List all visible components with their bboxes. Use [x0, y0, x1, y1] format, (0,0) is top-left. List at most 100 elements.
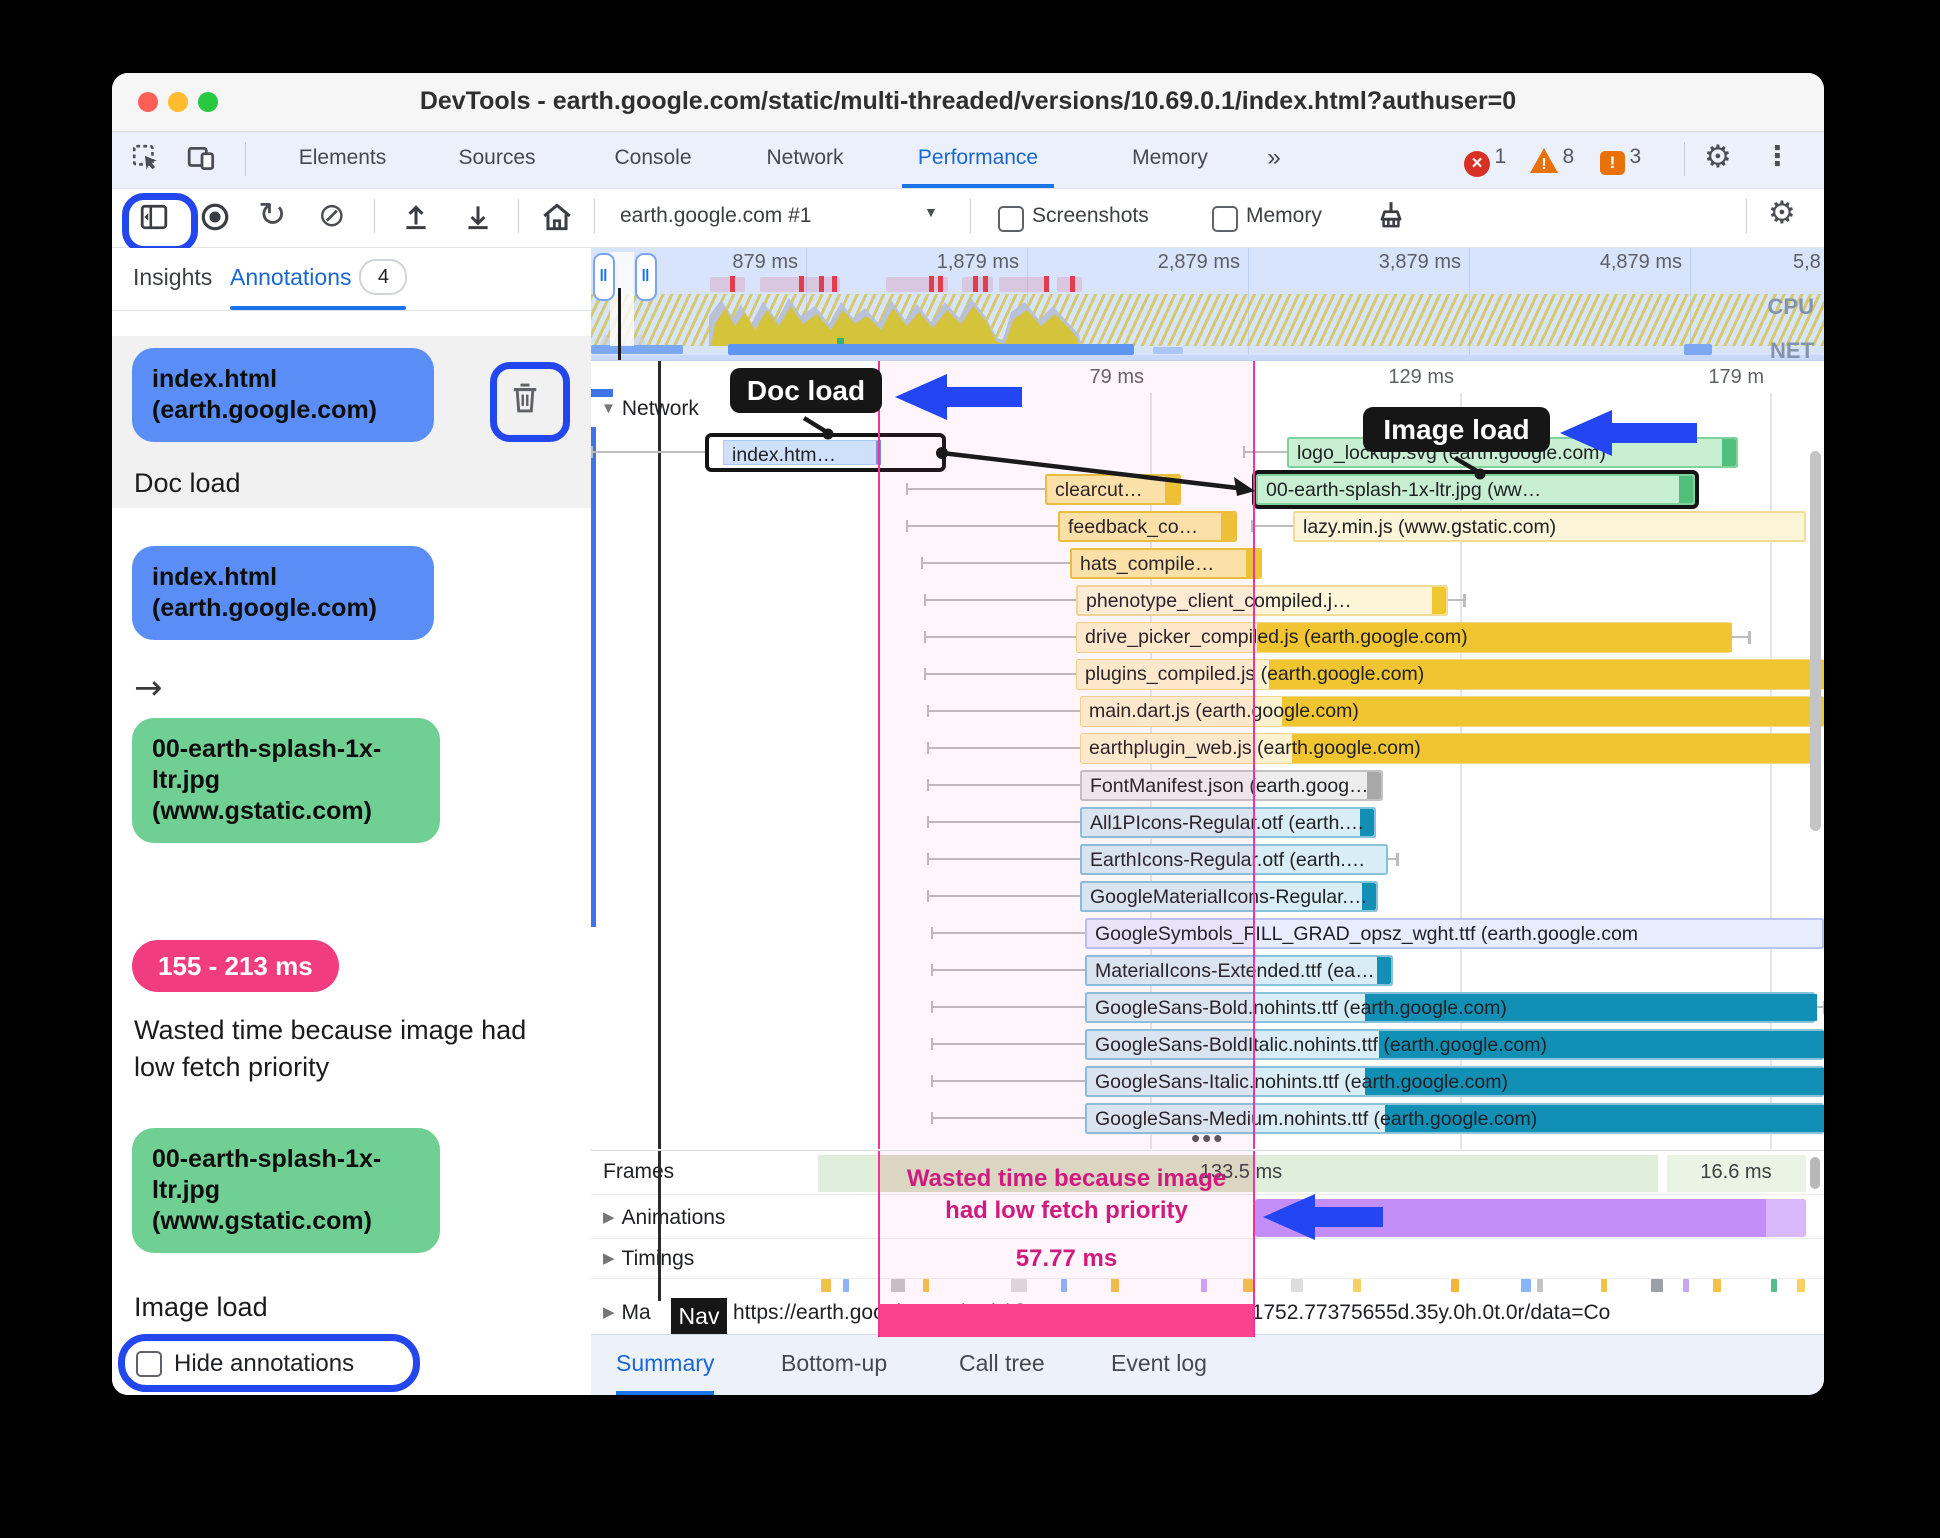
tab-insights[interactable]: Insights [133, 248, 212, 306]
download-profile-icon[interactable] [462, 201, 494, 233]
clear-icon[interactable]: ⊘ [318, 195, 346, 234]
network-request-label: lazy.min.js (www.gstatic.com) [1303, 516, 1557, 538]
record-icon[interactable] [199, 201, 231, 233]
hide-annotations-checkbox[interactable] [136, 1351, 162, 1377]
network-track-header[interactable]: ▼ Network [601, 397, 699, 421]
warning-count-badge[interactable]: ! 8 [1530, 145, 1574, 173]
network-request-bar[interactable]: main.dart.js (earth.google.com) [1080, 696, 1824, 727]
collapse-triangle-icon[interactable]: ▼ [601, 400, 616, 417]
collapse-triangle-icon[interactable]: ▶ [603, 1304, 615, 1321]
timeline-overview-minimap[interactable]: 879 ms 1,879 ms 2,879 ms 3,879 ms 4,879 ms 5,… [591, 248, 1824, 361]
network-request-bar[interactable]: GoogleSymbols_FILL_GRAD_opsz_wght.ttf (e… [1085, 918, 1824, 949]
network-request-label: plugins_compiled.js (earth.google.com) [1085, 663, 1425, 685]
tab-memory[interactable]: Memory [1120, 132, 1220, 184]
network-request-bar[interactable]: lazy.min.js (www.gstatic.com) [1293, 511, 1806, 542]
network-request-bar[interactable]: FontManifest.json (earth.goog… [1080, 770, 1383, 801]
network-request-bar[interactable]: EarthIcons-Regular.otf (earth.… [1080, 844, 1388, 875]
memory-checkbox-label[interactable]: Memory [1246, 204, 1322, 228]
animations-track-label[interactable]: ▶ Animations [603, 1206, 725, 1230]
kebab-menu-icon[interactable]: ⋮ [1764, 141, 1791, 172]
network-request-bar[interactable]: MaterialIcons-Extended.ttf (ea… [1085, 955, 1393, 986]
network-request-bar[interactable]: plugins_compiled.js (earth.google.com) [1076, 659, 1824, 690]
network-request-bar[interactable]: GoogleSans-Medium.nohints.ttf (earth.goo… [1085, 1103, 1824, 1134]
tab-annotations[interactable]: Annotations 4 [230, 248, 408, 306]
timings-track[interactable]: ▶Timings [591, 1239, 1824, 1279]
collapse-triangle-icon[interactable]: ▶ [603, 1250, 615, 1267]
tab-elements[interactable]: Elements [280, 132, 405, 184]
annotation-pill-index-html[interactable]: index.html (earth.google.com) [132, 348, 434, 442]
tab-sources[interactable]: Sources [442, 132, 552, 184]
warning-icon: ! [1530, 148, 1558, 173]
inspect-element-icon[interactable] [131, 143, 161, 173]
reload-and-record-icon[interactable]: ↻ [258, 195, 287, 235]
screenshots-checkbox-label[interactable]: Screenshots [1032, 204, 1149, 228]
chevron-down-icon[interactable]: ▼ [924, 204, 938, 220]
annotation-pill-splash-jpg[interactable]: 00-earth-splash-1x-ltr.jpg (www.gstatic.… [132, 718, 440, 843]
network-request-bar[interactable]: GoogleSans-BoldItalic.nohints.ttf (earth… [1085, 1029, 1824, 1060]
annotations-sidebar: Insights Annotations 4 index.html (earth.… [112, 248, 592, 1395]
hide-annotations-control[interactable]: Hide annotations [118, 1334, 420, 1392]
hide-annotations-label[interactable]: Hide annotations [174, 1350, 354, 1378]
divider [970, 199, 971, 233]
tab-event-log[interactable]: Event log [1111, 1335, 1207, 1391]
timings-track-label[interactable]: ▶Timings [603, 1247, 694, 1271]
more-tabs-icon[interactable]: » [1252, 132, 1296, 184]
toggle-device-toolbar-icon[interactable] [186, 143, 218, 173]
main-thread-url: https://earth.google.com/web/@0...0.3733… [733, 1301, 1611, 1324]
minimap-left-handle[interactable]: ‖ [593, 253, 615, 301]
tab-console[interactable]: Console [597, 132, 709, 184]
home-icon[interactable] [540, 201, 574, 233]
tab-bottom-up[interactable]: Bottom-up [781, 1335, 887, 1391]
annotation-pill-time-range[interactable]: 155 - 213 ms [132, 940, 339, 993]
main-track-label[interactable]: ▶ Ma [603, 1301, 651, 1325]
delete-annotation-button[interactable] [508, 380, 542, 416]
network-request-bar[interactable]: drive_picker_compiled.js (earth.google.c… [1076, 622, 1732, 653]
annotation-pill-splash-jpg[interactable]: 00-earth-splash-1x-ltr.jpg (www.gstatic.… [132, 1128, 440, 1253]
minimap-right-handle[interactable]: ‖ [635, 253, 657, 301]
tab-performance[interactable]: Performance [902, 132, 1054, 188]
tab-network[interactable]: Network [750, 132, 860, 184]
network-request-bar[interactable]: GoogleMaterialIcons-Regular.… [1080, 881, 1378, 912]
network-request-bar[interactable]: clearcut… [1045, 474, 1181, 505]
annotation-entry-doc-load[interactable]: index.html (earth.google.com) Doc load [112, 336, 591, 508]
annotation-entry-image-load[interactable]: 00-earth-splash-1x-ltr.jpg (www.gstatic.… [112, 1124, 591, 1354]
doc-load-annotation-label[interactable]: Doc load [730, 368, 882, 413]
screenshots-checkbox[interactable] [998, 206, 1024, 232]
tab-summary[interactable]: Summary [616, 1335, 715, 1395]
network-request-bar[interactable]: index.htm… [705, 433, 946, 472]
vertical-scrollbar[interactable] [1810, 451, 1821, 831]
annotation-entry-link[interactable]: index.html (earth.google.com) → 00-earth… [112, 540, 591, 843]
garbage-collect-brush-icon[interactable] [1374, 199, 1408, 233]
image-load-annotation-label[interactable]: Image load [1363, 407, 1550, 452]
frame-duration: 133.5 ms [1199, 1161, 1283, 1183]
animation-bar[interactable] [1255, 1199, 1806, 1237]
toggle-sidebar-panel-icon[interactable] [139, 203, 169, 231]
network-request-bar[interactable]: GoogleSans-Bold.nohints.ttf (earth.googl… [1085, 992, 1817, 1023]
network-request-bar[interactable]: GoogleSans-Italic.nohints.ttf (earth.goo… [1085, 1066, 1824, 1097]
network-request-label: FontManifest.json (earth.goog… [1090, 775, 1369, 797]
annotation-entry-wasted-time[interactable]: 155 - 213 ms Wasted time because image h… [112, 936, 591, 1126]
memory-checkbox[interactable] [1212, 206, 1238, 232]
error-count-badge[interactable]: × 1 [1464, 145, 1506, 177]
settings-gear-icon[interactable]: ⚙ [1704, 139, 1732, 175]
annotation-pill-index-html[interactable]: index.html (earth.google.com) [132, 546, 434, 640]
network-request-bar[interactable]: phenotype_client_compiled.j… [1076, 585, 1448, 616]
network-request-bar[interactable]: 00-earth-splash-1x-ltr.jpg (ww… [1252, 470, 1699, 509]
network-request-bar[interactable]: All1PIcons-Regular.otf (earth.… [1080, 807, 1376, 838]
upload-profile-icon[interactable] [400, 201, 432, 233]
nav-marker-badge: Nav [671, 1298, 727, 1334]
tab-call-tree[interactable]: Call tree [959, 1335, 1045, 1391]
target-selector[interactable]: earth.google.com #1 [620, 204, 811, 228]
annotation-label: Doc load [134, 468, 241, 498]
flame-chart-area[interactable]: 79 ms 129 ms 179 m ▼ Network index.htm… logo… [591, 361, 1824, 1149]
cpu-activity-chart [599, 298, 1081, 346]
frames-track[interactable]: Frames 133.5 ms 16.6 ms [591, 1151, 1824, 1195]
network-request-bar[interactable]: hats_compile… [1070, 548, 1262, 579]
capture-settings-gear-icon[interactable]: ⚙ [1768, 195, 1796, 231]
network-request-bar[interactable]: earthplugin_web.js (earth.google.com) [1080, 733, 1818, 764]
collapse-triangle-icon[interactable]: ▶ [603, 1209, 615, 1226]
scrollbar-thumb[interactable] [1810, 1157, 1820, 1189]
issues-count-badge[interactable]: ! 3 [1600, 145, 1641, 175]
network-request-bar[interactable]: feedback_co… [1058, 511, 1237, 542]
details-tab-bar: Summary Bottom-up Call tree Event log [591, 1334, 1824, 1395]
